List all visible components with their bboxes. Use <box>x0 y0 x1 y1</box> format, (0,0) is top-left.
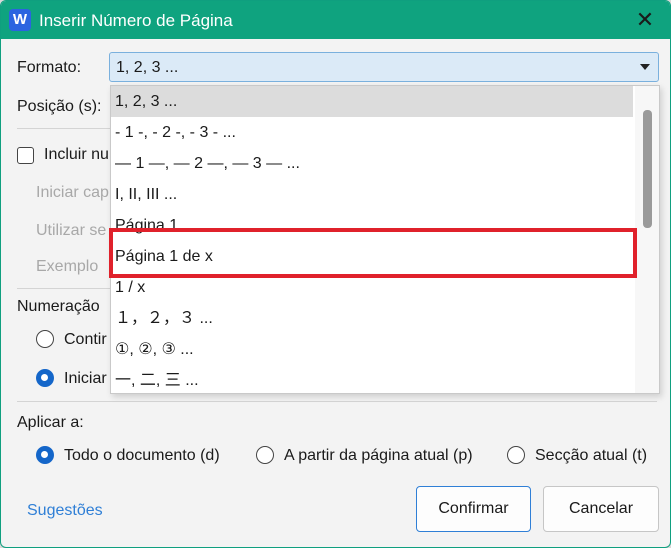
format-select[interactable]: 1, 2, 3 ... <box>109 52 659 82</box>
start-at-label: Iniciar <box>64 370 107 387</box>
whole-document-radio[interactable] <box>36 446 54 464</box>
format-label: Formato: <box>17 59 82 76</box>
dropdown-scrollbar[interactable] <box>635 86 659 393</box>
current-section-label: Secção atual (t) <box>535 447 648 464</box>
include-checkbox[interactable] <box>17 147 34 164</box>
format-option[interactable]: Página 1 de x <box>111 241 633 272</box>
divider <box>17 128 117 129</box>
format-option[interactable]: Página 1 <box>111 210 633 241</box>
start-chapter-label: Iniciar cap <box>36 184 109 201</box>
format-option[interactable]: 1, 2, 3 ... <box>111 86 633 117</box>
numbering-label: Numeração <box>17 298 100 315</box>
use-separator-label: Utilizar se <box>36 222 107 239</box>
insert-page-number-dialog: W Inserir Número de Página ✕ Formato: 1,… <box>0 0 671 548</box>
start-at-radio[interactable] <box>36 369 54 387</box>
cancel-button[interactable]: Cancelar <box>543 486 659 532</box>
title-bar: W Inserir Número de Página ✕ <box>1 1 670 39</box>
suggestions-link[interactable]: Sugestões <box>27 502 103 520</box>
confirm-button[interactable]: Confirmar <box>416 486 531 532</box>
format-selected-value: 1, 2, 3 ... <box>116 59 179 76</box>
position-label: Posição (s): <box>17 98 102 115</box>
example-label: Exemplo <box>36 258 99 275</box>
from-current-page-label: A partir da página atual (p) <box>284 447 473 464</box>
format-dropdown-list[interactable]: 1, 2, 3 ... - 1 -, - 2 -, - 3 - ... — 1 … <box>110 85 660 394</box>
wps-writer-icon: W <box>9 9 31 31</box>
include-label: Incluir nu <box>44 146 109 163</box>
scrollbar-thumb[interactable] <box>643 110 652 228</box>
divider <box>17 288 117 289</box>
current-section-radio[interactable] <box>507 446 525 464</box>
close-icon[interactable]: ✕ <box>632 7 658 33</box>
whole-document-label: Todo o documento (d) <box>64 447 220 464</box>
continue-radio[interactable] <box>36 330 54 348</box>
divider <box>17 401 657 402</box>
apply-label: Aplicar a: <box>17 414 84 431</box>
format-option[interactable]: 一, 二, 三 ... <box>111 365 633 393</box>
format-option[interactable]: １，２，３ ... <box>111 303 633 334</box>
format-option[interactable]: I, II, III ... <box>111 179 633 210</box>
chevron-down-icon <box>640 64 650 70</box>
from-current-page-radio[interactable] <box>256 446 274 464</box>
dialog-title: Inserir Número de Página <box>39 11 233 30</box>
format-option[interactable]: - 1 -, - 2 -, - 3 - ... <box>111 117 633 148</box>
format-option[interactable]: — 1 —, — 2 —, — 3 — ... <box>111 148 633 179</box>
format-option[interactable]: 1 / x <box>111 272 633 303</box>
continue-label: Contir <box>64 331 107 348</box>
format-option[interactable]: ①, ②, ③ ... <box>111 334 633 365</box>
